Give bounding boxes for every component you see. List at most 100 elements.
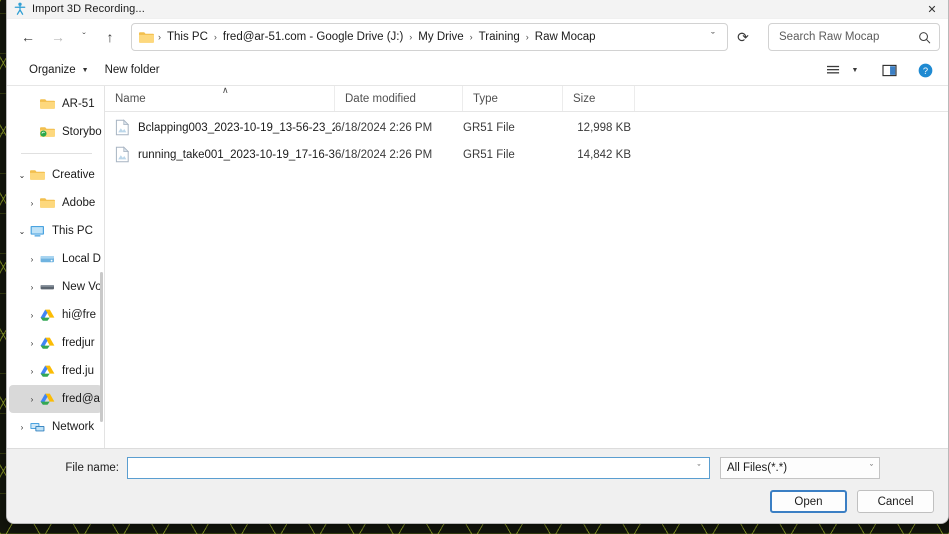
sidebar-item-label: Network	[52, 421, 95, 433]
search-input[interactable]	[777, 30, 918, 44]
network-icon	[29, 419, 46, 435]
dialog-buttons: Open Cancel	[21, 490, 934, 513]
refresh-button[interactable]: ⟳	[728, 23, 758, 51]
preview-pane-button[interactable]	[876, 58, 902, 82]
chevron-right-icon[interactable]: ›	[25, 395, 39, 404]
file-list-column-headers: Name ∧ Date modified Type Size	[105, 85, 948, 112]
breadcrumb-separator: ›	[469, 32, 473, 42]
column-header-date-modified[interactable]: Date modified	[335, 86, 463, 111]
file-type: GR51 File	[463, 121, 515, 134]
folder-icon	[29, 167, 46, 183]
column-header-name[interactable]: Name ∧	[105, 85, 335, 111]
chevron-right-icon[interactable]: ›	[25, 367, 39, 376]
file-type-select[interactable]: All Files(*.*) ˇ	[720, 457, 880, 479]
folder-sync-icon	[39, 124, 56, 140]
search-box[interactable]	[768, 23, 940, 51]
sidebar-item-label: Adobe	[62, 197, 96, 209]
new-folder-button[interactable]: New folder	[97, 60, 168, 80]
chevron-down-icon: ˇ	[870, 463, 873, 473]
sidebar-scrollbar[interactable]	[100, 272, 103, 422]
column-header-type[interactable]: Type	[463, 86, 563, 111]
sidebar-item-gdrive-fredjur[interactable]: › fredjur	[9, 329, 102, 357]
file-name-combobox[interactable]: ˇ	[127, 457, 710, 479]
table-row[interactable]: running_take001_2023-10-19_17-16-32_2...…	[105, 141, 948, 168]
navigation-bar: ← → ˇ ↑ › This PC › fred@ar-51.com - Goo…	[7, 19, 948, 55]
chevron-right-icon[interactable]: ›	[25, 283, 39, 292]
chevron-right-icon: ›	[25, 128, 39, 137]
table-row[interactable]: Bclapping003_2023-10-19_13-56-23_2023...…	[105, 114, 948, 141]
file-name: Bclapping003_2023-10-19_13-56-23_2023...	[138, 121, 335, 134]
sidebar-item-label: Storyboa	[62, 126, 102, 138]
breadcrumb-item-google-drive[interactable]: fred@ar-51.com - Google Drive (J:)	[218, 28, 408, 46]
command-bar: Organize ▼ New folder ▼ ?	[7, 55, 948, 86]
sidebar-item-new-volume[interactable]: › New Vo	[9, 273, 102, 301]
person-figure-icon	[13, 2, 27, 16]
address-bar[interactable]: › This PC › fred@ar-51.com - Google Driv…	[131, 23, 728, 51]
cancel-button[interactable]: Cancel	[857, 490, 934, 513]
folder-icon	[39, 96, 56, 112]
open-button[interactable]: Open	[770, 490, 847, 513]
sidebar-item-adobe[interactable]: › Adobe	[9, 189, 102, 217]
import-3d-recording-dialog: Import 3D Recording... ✕ ← → ˇ ↑ › This …	[6, 0, 949, 524]
column-header-filler	[635, 86, 948, 111]
search-icon	[918, 31, 931, 44]
sidebar-item-label: fred.ju	[62, 365, 94, 377]
file-name-input[interactable]	[128, 458, 691, 478]
file-date-modified: 6/18/2024 2:26 PM	[335, 148, 433, 161]
breadcrumb-item-this-pc[interactable]: This PC	[162, 28, 213, 46]
sidebar-item-gdrive-hi[interactable]: › hi@fre	[9, 301, 102, 329]
up-button[interactable]: ↑	[95, 23, 125, 51]
chevron-right-icon[interactable]: ›	[25, 311, 39, 320]
sidebar-item-ar-51[interactable]: › AR-51	[9, 90, 102, 118]
chevron-down-icon[interactable]: ⌄	[15, 171, 29, 180]
organize-button[interactable]: Organize ▼	[21, 60, 97, 80]
sidebar-item-this-pc[interactable]: ⌄ This PC	[9, 217, 102, 245]
file-size: 12,998 KB	[577, 121, 631, 134]
sidebar-item-storyboard[interactable]: › Storyboa	[9, 118, 102, 146]
close-icon[interactable]: ✕	[916, 0, 948, 19]
chevron-down-icon[interactable]: ⌄	[15, 227, 29, 236]
view-options-button[interactable]	[820, 58, 846, 82]
breadcrumb-item-raw-mocap[interactable]: Raw Mocap	[530, 28, 601, 46]
sidebar-item-label: Local D	[62, 253, 101, 265]
chevron-right-icon: ›	[25, 100, 39, 109]
file-list[interactable]: Bclapping003_2023-10-19_13-56-23_2023...…	[105, 112, 948, 448]
folder-icon	[138, 30, 155, 44]
computer-icon	[29, 223, 46, 239]
help-icon[interactable]: ?	[912, 58, 938, 82]
sidebar-item-creative[interactable]: ⌄ Creative	[9, 161, 102, 189]
recent-locations-button[interactable]: ˇ	[73, 23, 95, 51]
chevron-right-icon[interactable]: ›	[25, 255, 39, 264]
drive-dark-icon	[39, 279, 56, 295]
sidebar-item-label: fred@a	[62, 393, 100, 405]
file-size: 14,842 KB	[577, 148, 631, 161]
file-icon	[115, 146, 130, 163]
breadcrumb-item-my-drive[interactable]: My Drive	[413, 28, 468, 46]
chevron-right-icon[interactable]: ›	[25, 339, 39, 348]
sidebar-item-gdrive-fred-ju[interactable]: › fred.ju	[9, 357, 102, 385]
google-drive-icon	[39, 307, 56, 323]
chevron-down-icon[interactable]: ˇ	[691, 463, 707, 473]
column-header-size[interactable]: Size	[563, 86, 635, 111]
chevron-right-icon[interactable]: ›	[15, 423, 29, 432]
view-options-caret[interactable]: ▼	[846, 58, 864, 82]
chevron-down-icon: ▼	[81, 66, 89, 74]
sidebar-item-label: hi@fre	[62, 309, 97, 321]
breadcrumb-item-training[interactable]: Training	[474, 28, 525, 46]
file-name-label: File name:	[65, 462, 119, 474]
sidebar-item-label: This PC	[52, 225, 93, 237]
google-drive-icon	[39, 335, 56, 351]
dialog-content: › AR-51 ›	[7, 85, 948, 448]
sidebar-item-label: AR-51	[62, 98, 95, 110]
sidebar-item-label: New Vo	[62, 281, 102, 293]
chevron-down-icon[interactable]: ˇ	[701, 25, 725, 49]
back-button[interactable]: ←	[13, 23, 43, 51]
chevron-right-icon[interactable]: ›	[25, 199, 39, 208]
sidebar-item-local-disk[interactable]: › Local D	[9, 245, 102, 273]
forward-button[interactable]: →	[43, 23, 73, 51]
navigation-sidebar[interactable]: › AR-51 ›	[7, 86, 105, 448]
organize-label: Organize	[29, 64, 76, 76]
sidebar-item-network[interactable]: › Network	[9, 413, 102, 441]
sidebar-item-gdrive-fred-at[interactable]: › fred@a	[9, 385, 102, 413]
file-list-pane: Name ∧ Date modified Type Size Bclapping…	[105, 85, 948, 448]
